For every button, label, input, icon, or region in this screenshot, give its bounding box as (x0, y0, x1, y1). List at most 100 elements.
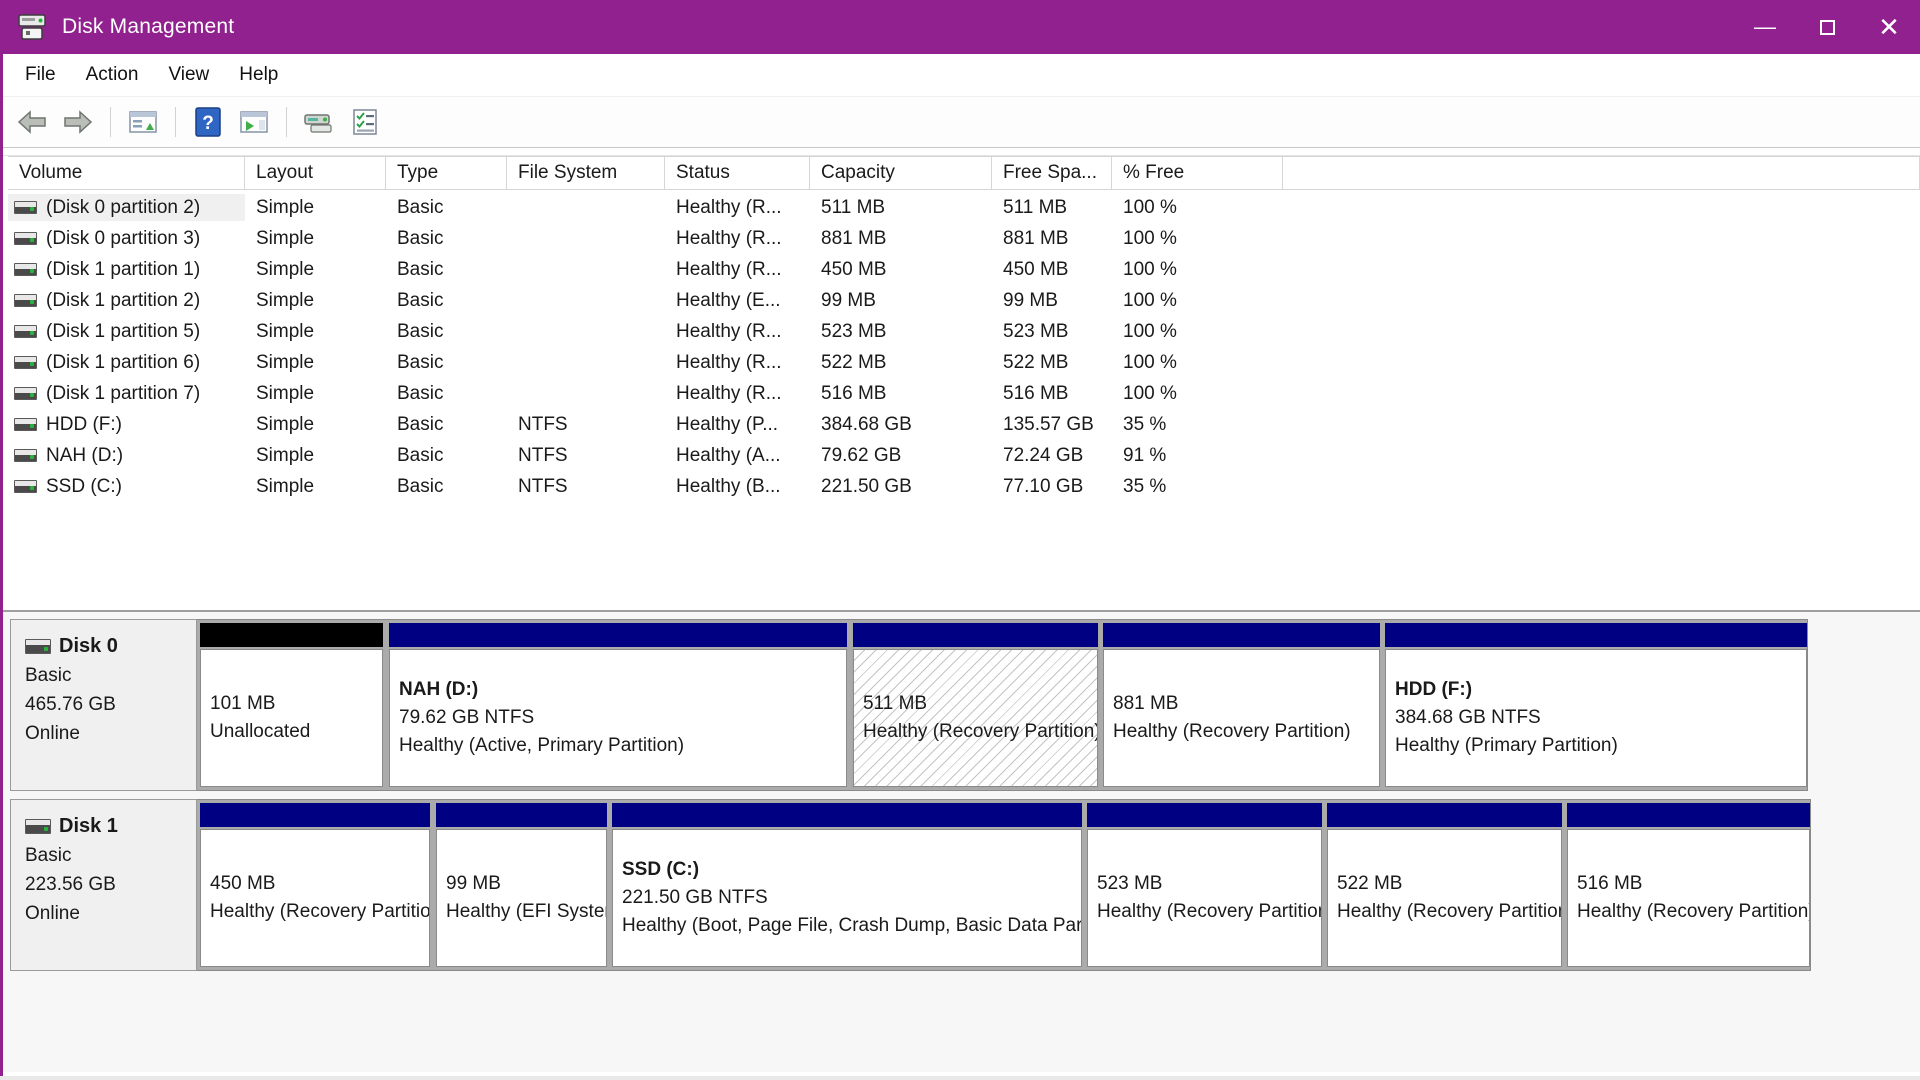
disk-size: 223.56 GB (25, 870, 196, 899)
disk-icon[interactable] (301, 105, 337, 139)
volume-name: HDD (F:) (46, 414, 122, 436)
column-header-status[interactable]: Status (665, 156, 810, 190)
volume-icon (14, 387, 37, 400)
column-header-filler (1283, 156, 1920, 190)
volume-icon (14, 418, 37, 431)
volume-name: NAH (D:) (46, 445, 123, 467)
partition-color-bar (200, 803, 430, 827)
column-header-file-system[interactable]: File System (507, 156, 665, 190)
column-header-type[interactable]: Type (386, 156, 507, 190)
volume-name: (Disk 0 partition 2) (46, 197, 200, 219)
partition-block-recovery[interactable]: 450 MB Healthy (Recovery Partition) (200, 803, 430, 967)
column-header-free-space[interactable]: Free Spa... (992, 156, 1112, 190)
disk-type: Basic (25, 841, 196, 870)
column-header-volume[interactable]: Volume (8, 156, 245, 190)
volume-name: SSD (C:) (46, 476, 122, 498)
disk-icon (25, 639, 51, 654)
volume-icon (14, 232, 37, 245)
toolbar: ? (0, 97, 1920, 148)
toolbar-separator (175, 107, 176, 137)
disk-0-partition-strip: 101 MB Unallocated NAH (D:) 79.62 GB NTF… (197, 619, 1808, 791)
volume-icon (14, 263, 37, 276)
close-button[interactable]: ✕ (1858, 0, 1920, 54)
menu-action[interactable]: Action (71, 64, 154, 86)
volume-icon (14, 356, 37, 369)
table-row[interactable]: (Disk 1 partition 5) Simple Basic Health… (0, 316, 1920, 347)
partition-color-bar (1385, 623, 1807, 647)
table-row[interactable]: SSD (C:) Simple Basic NTFS Healthy (B...… (0, 471, 1920, 502)
partition-color-bar (1087, 803, 1322, 827)
volume-name: (Disk 1 partition 1) (46, 259, 200, 281)
column-header-capacity[interactable]: Capacity (810, 156, 992, 190)
disk-0-label-panel[interactable]: Disk 0 Basic 465.76 GB Online (10, 619, 197, 791)
window-controls: — ✕ (1734, 0, 1920, 54)
disk-size: 465.76 GB (25, 690, 196, 719)
volume-list-body: (Disk 0 partition 2) Simple Basic Health… (0, 189, 1920, 502)
maximize-button[interactable] (1796, 0, 1858, 54)
partition-color-bar (200, 623, 383, 647)
table-row[interactable]: (Disk 1 partition 6) Simple Basic Health… (0, 347, 1920, 378)
volume-list: Volume Layout Type File System Status Ca… (0, 155, 1920, 610)
table-row[interactable]: NAH (D:) Simple Basic NTFS Healthy (A...… (0, 440, 1920, 471)
back-icon[interactable] (14, 105, 50, 139)
partition-color-bar (436, 803, 607, 827)
console-tree-icon[interactable] (125, 105, 161, 139)
column-header-layout[interactable]: Layout (245, 156, 386, 190)
partition-block-unallocated[interactable]: 101 MB Unallocated (200, 623, 383, 787)
volume-name: (Disk 1 partition 2) (46, 290, 200, 312)
partition-color-bar (1103, 623, 1380, 647)
partition-color-bar (1327, 803, 1562, 827)
menu-bar: File Action View Help (0, 54, 1920, 97)
table-row[interactable]: (Disk 1 partition 1) Simple Basic Health… (0, 254, 1920, 285)
disk-1-label-panel[interactable]: Disk 1 Basic 223.56 GB Online (10, 799, 197, 971)
table-row[interactable]: (Disk 1 partition 7) Simple Basic Health… (0, 378, 1920, 409)
forward-icon[interactable] (60, 105, 96, 139)
volume-icon (14, 325, 37, 338)
volume-name: (Disk 1 partition 7) (46, 383, 200, 405)
volume-list-header: Volume Layout Type File System Status Ca… (0, 155, 1920, 189)
menu-view[interactable]: View (153, 64, 224, 86)
disk-status: Online (25, 719, 196, 748)
disk-name: Disk 0 (59, 632, 118, 661)
menu-help[interactable]: Help (224, 64, 293, 86)
volume-list-empty-area (0, 502, 1920, 610)
disk-icon (25, 819, 51, 834)
partition-color-bar (1567, 803, 1810, 827)
action-pane-icon[interactable] (236, 105, 272, 139)
partition-color-bar (612, 803, 1082, 827)
partition-block-nah-d[interactable]: NAH (D:) 79.62 GB NTFS Healthy (Active, … (389, 623, 847, 787)
partition-block-recovery[interactable]: 881 MB Healthy (Recovery Partition) (1103, 623, 1380, 787)
table-row[interactable]: (Disk 0 partition 2) Simple Basic Health… (0, 192, 1920, 223)
partition-block-efi[interactable]: 99 MB Healthy (EFI System Partition) (436, 803, 607, 967)
volume-name: (Disk 1 partition 6) (46, 352, 200, 374)
partition-color-bar (853, 623, 1098, 647)
svg-text:?: ? (202, 113, 214, 134)
maximize-icon (1820, 20, 1835, 35)
title-bar: Disk Management — ✕ (0, 0, 1920, 54)
partition-block-recovery[interactable]: 516 MB Healthy (Recovery Partition) (1567, 803, 1810, 967)
disk-type: Basic (25, 661, 196, 690)
help-icon[interactable]: ? (190, 105, 226, 139)
volume-name: (Disk 1 partition 5) (46, 321, 200, 343)
graphical-view: Disk 0 Basic 465.76 GB Online 101 MB Una… (0, 612, 1920, 1072)
partition-block-recovery[interactable]: 522 MB Healthy (Recovery Partition) (1327, 803, 1562, 967)
window-title: Disk Management (62, 15, 234, 39)
menu-file[interactable]: File (10, 64, 71, 86)
volume-icon (14, 480, 37, 493)
volume-icon (14, 449, 37, 462)
partition-block-ssd-c[interactable]: SSD (C:) 221.50 GB NTFS Healthy (Boot, P… (612, 803, 1082, 967)
partition-color-bar (389, 623, 847, 647)
properties-icon[interactable] (347, 105, 383, 139)
table-row[interactable]: HDD (F:) Simple Basic NTFS Healthy (P...… (0, 409, 1920, 440)
partition-block-recovery[interactable]: 523 MB Healthy (Recovery Partition) (1087, 803, 1322, 967)
table-row[interactable]: (Disk 0 partition 3) Simple Basic Health… (0, 223, 1920, 254)
minimize-button[interactable]: — (1734, 0, 1796, 54)
disk-management-app-icon (16, 11, 50, 43)
table-row[interactable]: (Disk 1 partition 2) Simple Basic Health… (0, 285, 1920, 316)
partition-block-hdd-f[interactable]: HDD (F:) 384.68 GB NTFS Healthy (Primary… (1385, 623, 1807, 787)
partition-block-recovery-selected[interactable]: 511 MB Healthy (Recovery Partition) (853, 623, 1098, 787)
toolbar-separator (286, 107, 287, 137)
column-header-pct-free[interactable]: % Free (1112, 156, 1283, 190)
disk-name: Disk 1 (59, 812, 118, 841)
disk-1-partition-strip: 450 MB Healthy (Recovery Partition) 99 M… (197, 799, 1811, 971)
